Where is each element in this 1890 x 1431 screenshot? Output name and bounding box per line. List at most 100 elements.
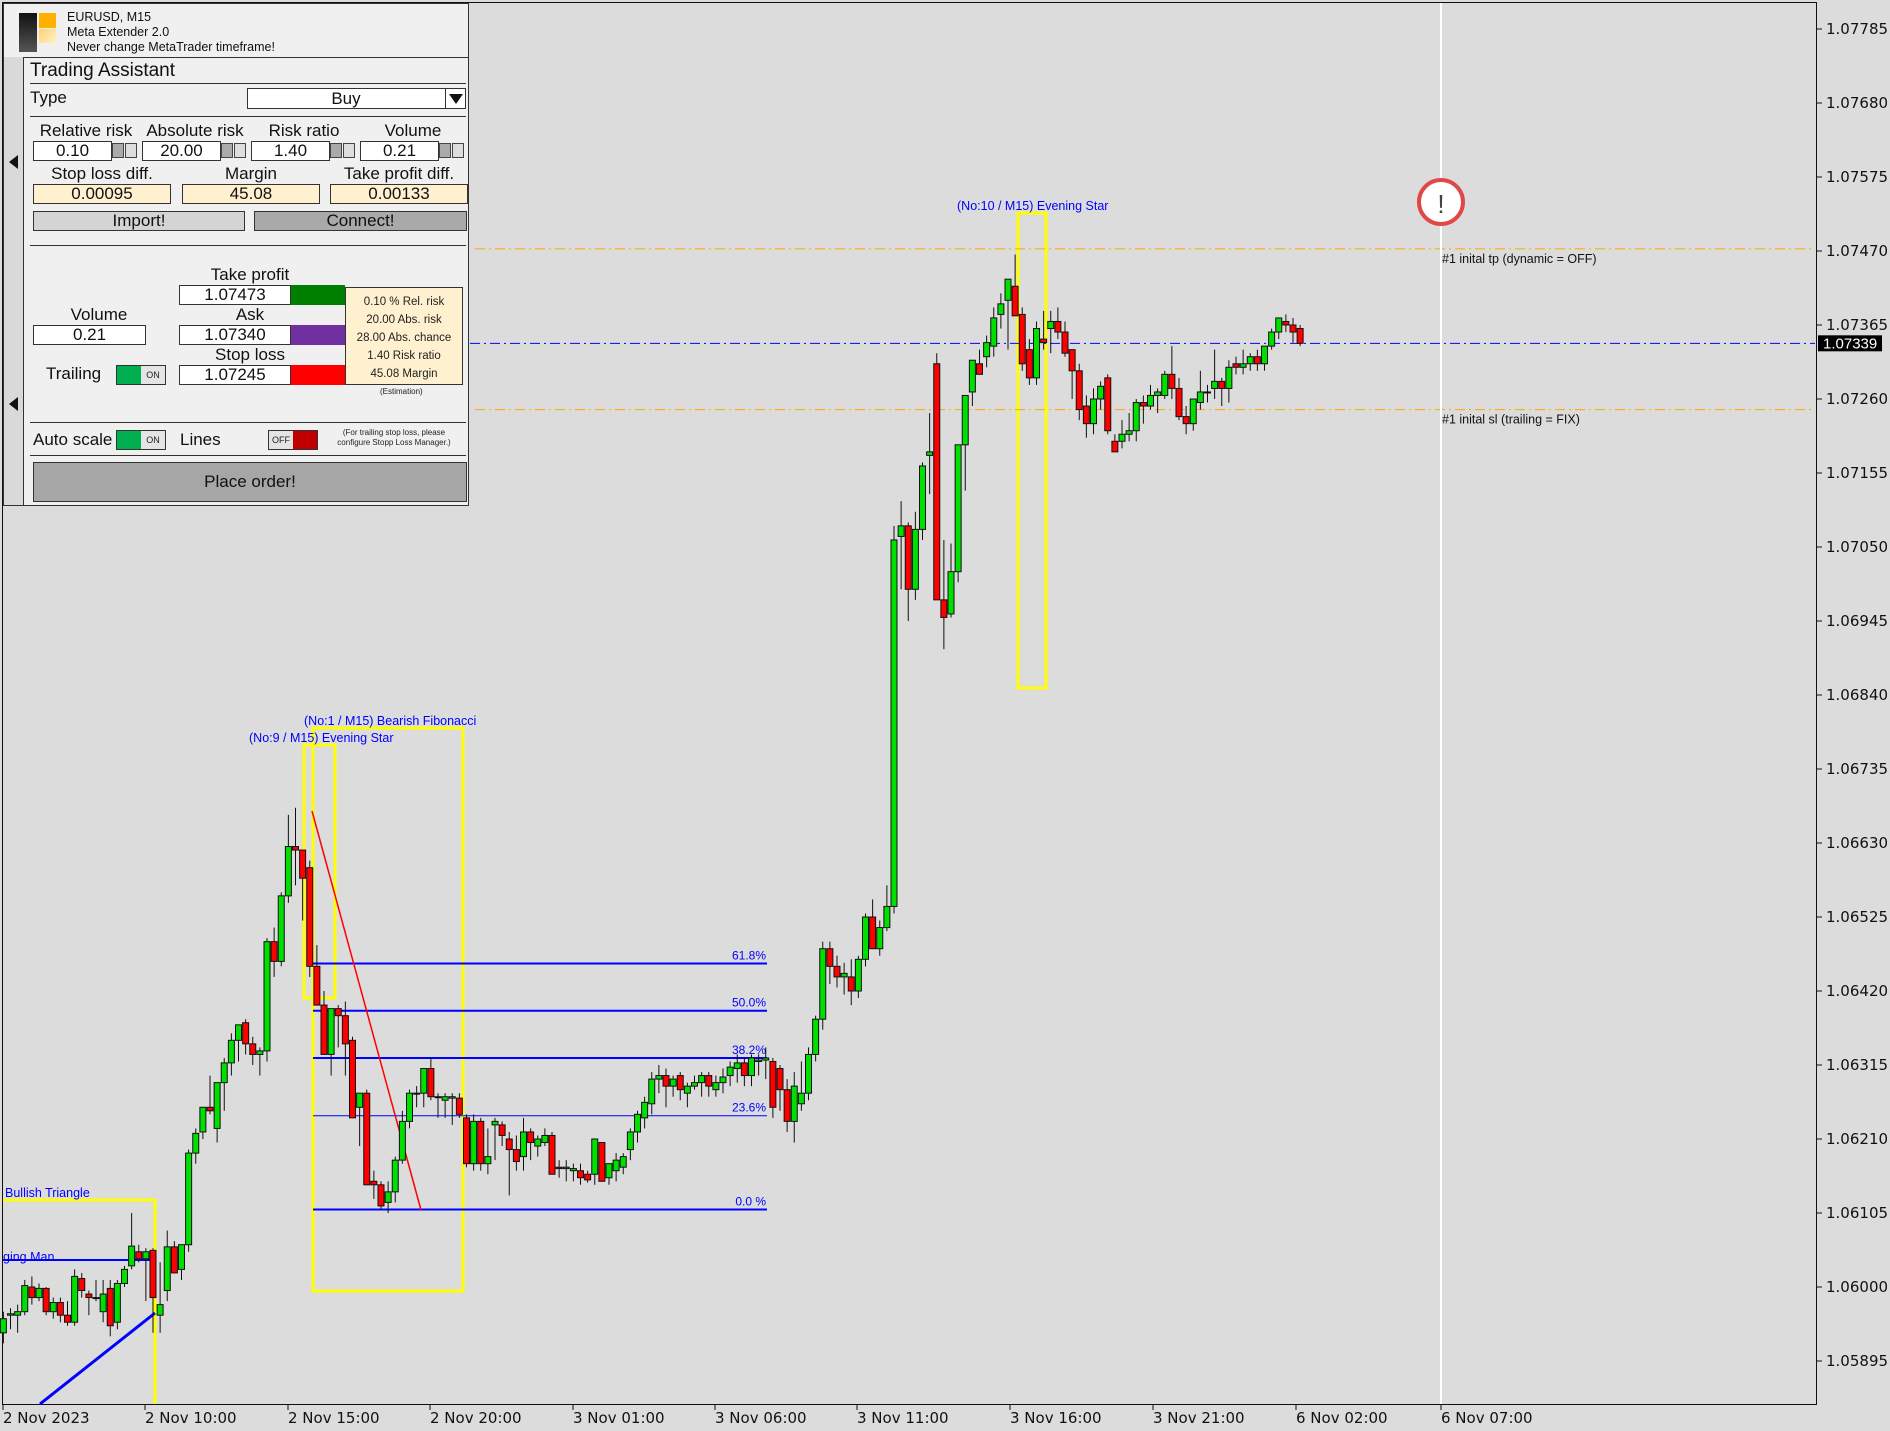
bull-candle-body	[862, 916, 869, 960]
bear-candle-body	[206, 1106, 214, 1112]
bear-candle-body	[1082, 405, 1090, 425]
bull-candle-body	[719, 1076, 727, 1084]
spinner-icon[interactable]	[112, 141, 140, 161]
bull-candle-body	[491, 1120, 499, 1126]
bull-candle-body	[1090, 398, 1097, 425]
bull-candle-body	[790, 1085, 798, 1122]
bull-candle-body	[883, 905, 891, 929]
price-tick-label: 1.06630	[1826, 834, 1888, 852]
input-field-risk-ratio[interactable]: 1.40	[251, 141, 330, 161]
bull-candle-body	[983, 342, 991, 358]
bear-candle-body	[377, 1184, 385, 1207]
input-field-absolute-risk[interactable]: 20.00	[142, 141, 221, 161]
bull-candle-body	[990, 317, 998, 347]
bull-candle-body	[911, 528, 919, 590]
bear-candle-body	[1182, 416, 1190, 425]
bear-candle-body	[135, 1251, 143, 1260]
hanging-man-label: ging Man	[3, 1250, 54, 1264]
time-tick-label: 3 Nov 01:00	[573, 1409, 665, 1427]
bull-candle-body	[227, 1039, 235, 1064]
bear-candle-body	[1075, 370, 1083, 411]
input-field-relative-risk[interactable]: 0.10	[33, 141, 112, 161]
candle	[862, 913, 869, 967]
computed-field-take-profit-diff-: 0.00133	[330, 184, 468, 204]
spinner-icon[interactable]	[439, 141, 467, 161]
candle	[21, 1279, 29, 1316]
computed-label-0: Stop loss diff.	[51, 164, 153, 183]
bear-candle-body	[42, 1287, 50, 1313]
bull-candle-body	[484, 1156, 492, 1165]
spinner-icon[interactable]	[221, 141, 249, 161]
bull-candle-body	[605, 1163, 613, 1179]
bear-candle-body	[320, 1004, 328, 1055]
bull-candle-body	[220, 1062, 228, 1084]
risk-summary-box: 0.10 % Rel. risk 20.00 Abs. risk 28.00 Abs…	[345, 287, 463, 385]
candle	[477, 1117, 485, 1171]
spinner-icon[interactable]	[330, 141, 358, 161]
import-button[interactable]: Import!	[33, 211, 245, 231]
candle	[1161, 370, 1169, 399]
bear-candle-body	[833, 965, 841, 978]
candle	[1104, 374, 1112, 435]
bull-candle-body	[398, 1120, 406, 1161]
bear-candle-body	[1139, 402, 1147, 407]
bear-candle-body	[242, 1022, 250, 1045]
candle	[463, 1114, 470, 1168]
bull-candle-body	[961, 394, 969, 446]
connect-button[interactable]: Connect!	[254, 211, 467, 231]
bear-candle-body	[783, 1089, 791, 1122]
bear-candle-body	[826, 948, 834, 967]
symbol-timeframe: EURUSD, M15	[67, 10, 152, 24]
bear-candle-body	[306, 867, 314, 967]
current-price-label: 1.07339	[1823, 335, 1877, 352]
input-label-2: Risk ratio	[268, 121, 340, 140]
volume-field[interactable]: 0.21	[33, 325, 146, 345]
place-order-button[interactable]: Place order!	[33, 462, 467, 502]
bull-candle-body	[897, 525, 905, 537]
bull-candle-body	[619, 1156, 627, 1168]
summary-line: 45.08 Margin	[370, 368, 438, 380]
type-select[interactable]: Buy	[247, 88, 466, 109]
collapse-left-arrow-icon[interactable]	[9, 155, 18, 169]
take-profit-field[interactable]: 1.07473	[179, 285, 291, 305]
chevron-down-icon[interactable]	[445, 89, 465, 108]
trailing-toggle[interactable]: ON	[116, 365, 166, 385]
price-tick-label: 1.06420	[1826, 982, 1888, 1000]
input-field-volume[interactable]: 0.21	[360, 141, 439, 161]
time-tick-label: 3 Nov 16:00	[1010, 1409, 1102, 1427]
bull-candle-body	[755, 1059, 763, 1062]
lines-toggle[interactable]: OFF	[268, 430, 318, 450]
bull-candle-body	[691, 1082, 698, 1087]
time-tick-label: 3 Nov 06:00	[715, 1409, 807, 1427]
bull-candle-body	[235, 1024, 242, 1041]
trailing-note-2: configure Stopp Loss Manager.)	[337, 438, 451, 447]
bear-candle-body	[1104, 377, 1112, 432]
ask-field[interactable]: 1.07340	[179, 325, 291, 345]
bull-candle-body	[591, 1138, 599, 1175]
bull-candle-body	[762, 1057, 770, 1061]
summary-line: 20.00 Abs. risk	[366, 314, 442, 326]
bear-candle-body	[1025, 349, 1033, 379]
bull-candle-body	[1154, 391, 1162, 396]
bull-candle-body	[626, 1131, 634, 1151]
stop-loss-field[interactable]: 1.07245	[179, 365, 291, 385]
bull-candle-body	[92, 1297, 100, 1300]
input-label-3: Volume	[384, 121, 442, 140]
bull-candle-body	[99, 1293, 107, 1313]
bear-candle-body	[334, 1008, 342, 1017]
trailing-label: Trailing	[46, 364, 102, 383]
bull-candle-body	[356, 1092, 364, 1108]
bear-candle-body	[933, 363, 941, 601]
panel-sidebar	[4, 57, 24, 505]
stop-loss-label: Stop loss	[215, 345, 285, 364]
auto-scale-toggle[interactable]: ON	[116, 430, 166, 450]
bear-candle-body	[940, 599, 948, 618]
bear-candle-body	[455, 1097, 463, 1115]
bear-candle-body	[512, 1149, 520, 1163]
time-tick-label: 2 Nov 15:00	[288, 1409, 380, 1427]
candle	[263, 938, 271, 1062]
stop-loss-color	[291, 365, 345, 385]
collapse-left-arrow-icon-2[interactable]	[9, 397, 18, 411]
time-tick-label: 2 Nov 20:00	[430, 1409, 522, 1427]
bull-candle-body	[748, 1057, 755, 1077]
